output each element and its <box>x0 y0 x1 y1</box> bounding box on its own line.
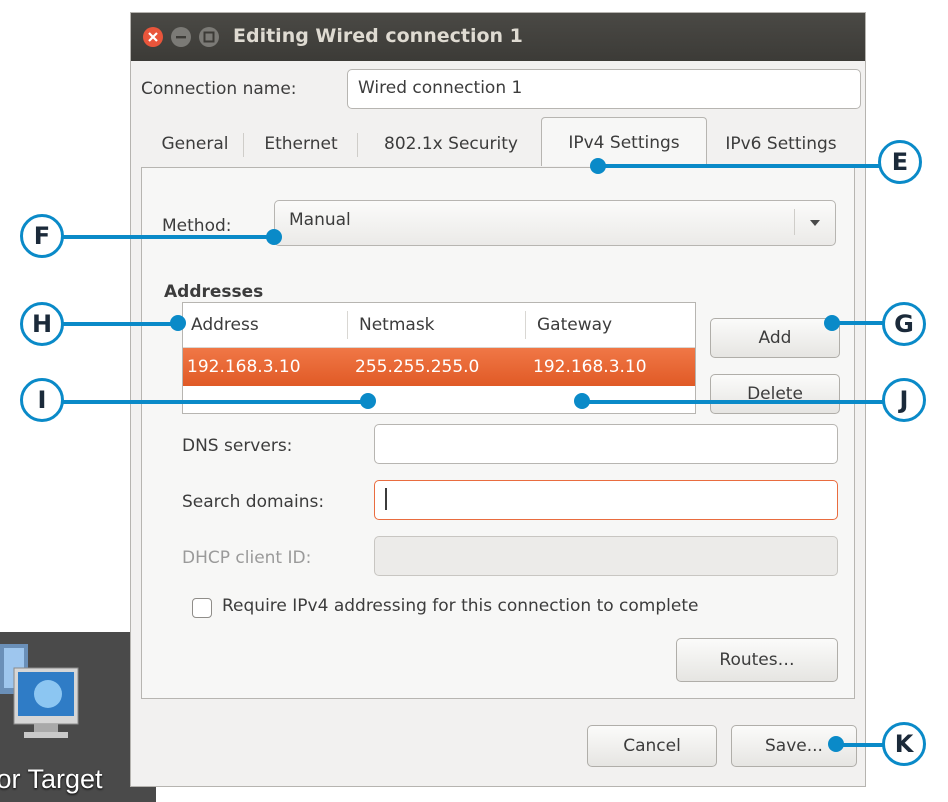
dropdown-divider <box>794 209 795 235</box>
cell-gateway[interactable]: 192.168.3.10 <box>533 348 647 386</box>
callout-k-dot <box>828 736 844 752</box>
connection-name-field[interactable]: Wired connection 1 <box>347 69 861 109</box>
dhcp-client-id-field <box>374 536 838 576</box>
callout-i-dot <box>360 393 376 409</box>
minimize-icon[interactable] <box>171 27 191 47</box>
callout-j-line <box>582 400 902 404</box>
tab-general[interactable]: General <box>151 121 239 167</box>
callout-h-dot <box>170 315 186 331</box>
callout-j-dot <box>574 393 590 409</box>
search-domains-field[interactable] <box>374 480 838 520</box>
callout-k: K <box>882 722 926 766</box>
table-row[interactable]: 192.168.3.10 255.255.255.0 192.168.3.10 <box>183 348 695 386</box>
callout-g-dot <box>824 315 840 331</box>
tab-divider <box>357 133 358 157</box>
window-title: Editing Wired connection 1 <box>233 25 523 47</box>
routes-button[interactable]: Routes… <box>676 638 838 682</box>
callout-e: E <box>878 140 922 184</box>
ipv4-settings-page: Method: Manual Addresses Add Delete DNS … <box>141 167 855 699</box>
maximize-icon[interactable] <box>199 27 219 47</box>
callout-e-line <box>598 164 888 168</box>
add-button[interactable]: Add <box>710 318 840 358</box>
callout-g: G <box>882 302 926 346</box>
callout-h: H <box>20 302 64 346</box>
method-value: Manual <box>289 210 351 230</box>
column-header-netmask[interactable]: Netmask <box>359 303 435 347</box>
tab-802-1x-security[interactable]: 802.1x Security <box>363 121 539 167</box>
column-divider <box>347 311 348 339</box>
callout-e-dot <box>590 158 606 174</box>
addresses-table[interactable]: Address Netmask Gateway 192.168.3.10 255… <box>182 302 696 414</box>
close-icon[interactable] <box>143 27 163 47</box>
callout-j: J <box>882 378 926 422</box>
dns-servers-label: DNS servers: <box>182 436 293 456</box>
method-label: Method: <box>162 216 232 236</box>
connection-name-label: Connection name: <box>141 79 297 99</box>
column-header-address[interactable]: Address <box>191 303 259 347</box>
chevron-down-icon <box>810 220 820 226</box>
column-divider <box>525 311 526 339</box>
method-dropdown[interactable]: Manual <box>274 200 836 246</box>
addresses-heading: Addresses <box>164 282 264 302</box>
titlebar[interactable]: Editing Wired connection 1 <box>131 13 865 61</box>
callout-f: F <box>20 214 64 258</box>
tab-ipv6-settings[interactable]: IPv6 Settings <box>711 121 851 167</box>
dns-servers-field[interactable] <box>374 424 838 464</box>
callout-f-dot <box>266 229 282 245</box>
tab-divider <box>243 133 244 157</box>
dhcp-client-id-label: DHCP client ID: <box>182 548 312 568</box>
delete-button[interactable]: Delete <box>710 374 840 414</box>
callout-f-line <box>40 235 276 239</box>
desktop-icon-label[interactable]: For Target <box>0 764 136 795</box>
cancel-button[interactable]: Cancel <box>587 725 717 767</box>
tab-ipv4-settings[interactable]: IPv4 Settings <box>541 117 707 166</box>
callout-i-line <box>40 400 368 404</box>
require-ipv4-checkbox[interactable] <box>192 598 212 618</box>
callout-i: I <box>20 378 64 422</box>
column-header-gateway[interactable]: Gateway <box>537 303 612 347</box>
require-ipv4-label[interactable]: Require IPv4 addressing for this connect… <box>222 596 698 616</box>
cell-address[interactable]: 192.168.3.10 <box>187 348 301 386</box>
search-domains-label: Search domains: <box>182 492 325 512</box>
cell-netmask[interactable]: 255.255.255.0 <box>355 348 479 386</box>
text-cursor <box>385 488 387 510</box>
tab-ethernet[interactable]: Ethernet <box>251 121 351 167</box>
